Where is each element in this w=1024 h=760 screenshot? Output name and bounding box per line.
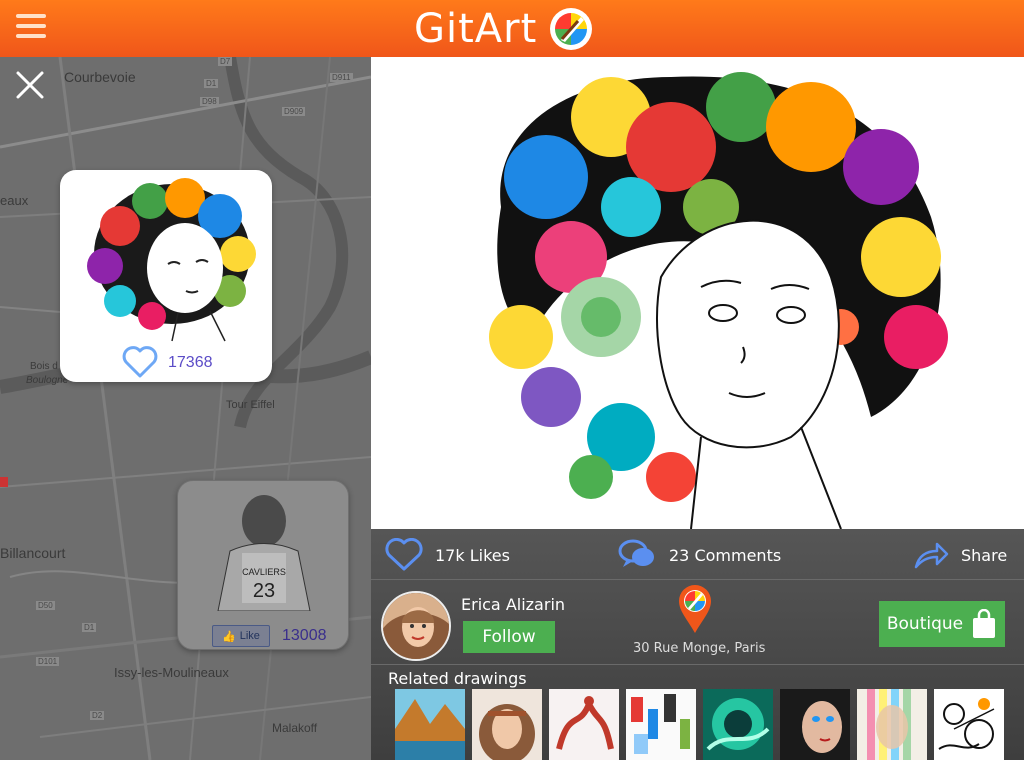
- boutique-button[interactable]: Boutique: [879, 601, 1005, 647]
- map-label-d7: D7: [218, 57, 233, 66]
- map-label-d101: D101: [36, 657, 60, 666]
- likes-button[interactable]: 17k Likes: [385, 537, 510, 573]
- svg-text:CAVLIERS: CAVLIERS: [242, 567, 286, 577]
- author-name[interactable]: Erica Alizarin: [461, 595, 565, 614]
- facebook-like-label: Like: [239, 630, 260, 642]
- map-label-courbevoie: Courbevoie: [64, 69, 136, 85]
- map-label-d1b: D1: [82, 623, 97, 632]
- related-drawings-title: Related drawings: [388, 669, 527, 688]
- location-pin-icon[interactable]: [677, 583, 713, 635]
- map-label-d2: D2: [90, 711, 105, 720]
- map-card-like-count-dimmed: 13008: [282, 627, 327, 644]
- share-button[interactable]: Share: [913, 537, 1007, 573]
- colorful-hair-drawing-thumbnail: [87, 178, 256, 342]
- map-drawing-card-dimmed[interactable]: CAVLIERS 23 👍 Like 13008: [177, 480, 349, 650]
- map-label-billancourt: Billancourt: [0, 545, 66, 561]
- map-drawing-card[interactable]: 17368: [60, 170, 272, 382]
- map-background: [0, 57, 371, 760]
- map-label-malakoff: Malakoff: [272, 721, 318, 735]
- action-bar: 17k Likes 23 Comments Share: [371, 529, 1024, 580]
- brand: GitArt: [414, 4, 593, 54]
- related-drawing-pattern[interactable]: [626, 689, 696, 760]
- basketball-player-drawing-thumbnail: CAVLIERS 23: [217, 495, 311, 611]
- map-label-d911: D911: [330, 73, 353, 82]
- hamburger-menu-icon[interactable]: [16, 14, 46, 40]
- gitart-brush-logo-icon: [550, 8, 593, 50]
- map-label-d909: D909: [282, 107, 306, 116]
- map-label-d1: D1: [204, 79, 219, 88]
- heart-icon[interactable]: [122, 346, 158, 378]
- share-arrow-icon: [914, 542, 949, 569]
- map-label-bois: Bois d: [30, 361, 58, 372]
- map-label-boulogne: Boulogne: [26, 375, 69, 386]
- map-label-d98: D98: [200, 97, 219, 106]
- follow-button[interactable]: Follow: [463, 621, 555, 653]
- related-drawings-strip: [395, 689, 1004, 760]
- share-label: Share: [961, 545, 1008, 565]
- heart-icon: [385, 538, 423, 571]
- app-header: GitArt: [0, 0, 1024, 57]
- comments-count: 23 Comments: [669, 545, 782, 565]
- facebook-like-button[interactable]: 👍 Like: [212, 625, 270, 647]
- svg-text:23: 23: [253, 580, 275, 602]
- related-drawing-rainbow-face[interactable]: [857, 689, 927, 760]
- related-drawing-red-dancers[interactable]: [549, 689, 619, 760]
- thumbs-up-icon: 👍: [222, 630, 236, 643]
- comments-button[interactable]: 23 Comments: [617, 537, 781, 573]
- likes-count: 17k Likes: [435, 545, 510, 565]
- comment-bubbles-icon: [618, 539, 654, 567]
- related-drawing-doodle[interactable]: [934, 689, 1004, 760]
- drawing-details-panel: 17k Likes 23 Comments Share Erica Alizar…: [371, 529, 1024, 760]
- shopping-bag-icon: [973, 609, 996, 638]
- author-row: Erica Alizarin Follow 30 Rue Monge, Pari…: [371, 581, 1024, 665]
- related-drawing-landscape[interactable]: [395, 689, 465, 760]
- colorful-hair-portrait-drawing: [371, 57, 1024, 529]
- location-text: 30 Rue Monge, Paris: [633, 641, 766, 656]
- map-view[interactable]: Courbevoie eaux Bois d Boulogne Tour Eif…: [0, 57, 371, 760]
- main-drawing[interactable]: [371, 57, 1024, 529]
- boutique-label: Boutique: [886, 614, 964, 634]
- related-drawing-blue-eyes[interactable]: [780, 689, 850, 760]
- app-title: GitArt: [414, 6, 538, 52]
- close-icon[interactable]: [14, 69, 46, 101]
- author-avatar[interactable]: [381, 591, 451, 661]
- map-label-issy: Issy-les-Moulineaux: [114, 665, 229, 680]
- map-label-d50: D50: [36, 601, 55, 610]
- related-drawing-portrait-girl[interactable]: [472, 689, 542, 760]
- map-label-eaux: eaux: [0, 193, 29, 208]
- related-drawing-green-swirl[interactable]: [703, 689, 773, 760]
- map-label-tour-eiffel: Tour Eiffel: [226, 399, 275, 411]
- map-card-like-count: 17368: [168, 354, 213, 371]
